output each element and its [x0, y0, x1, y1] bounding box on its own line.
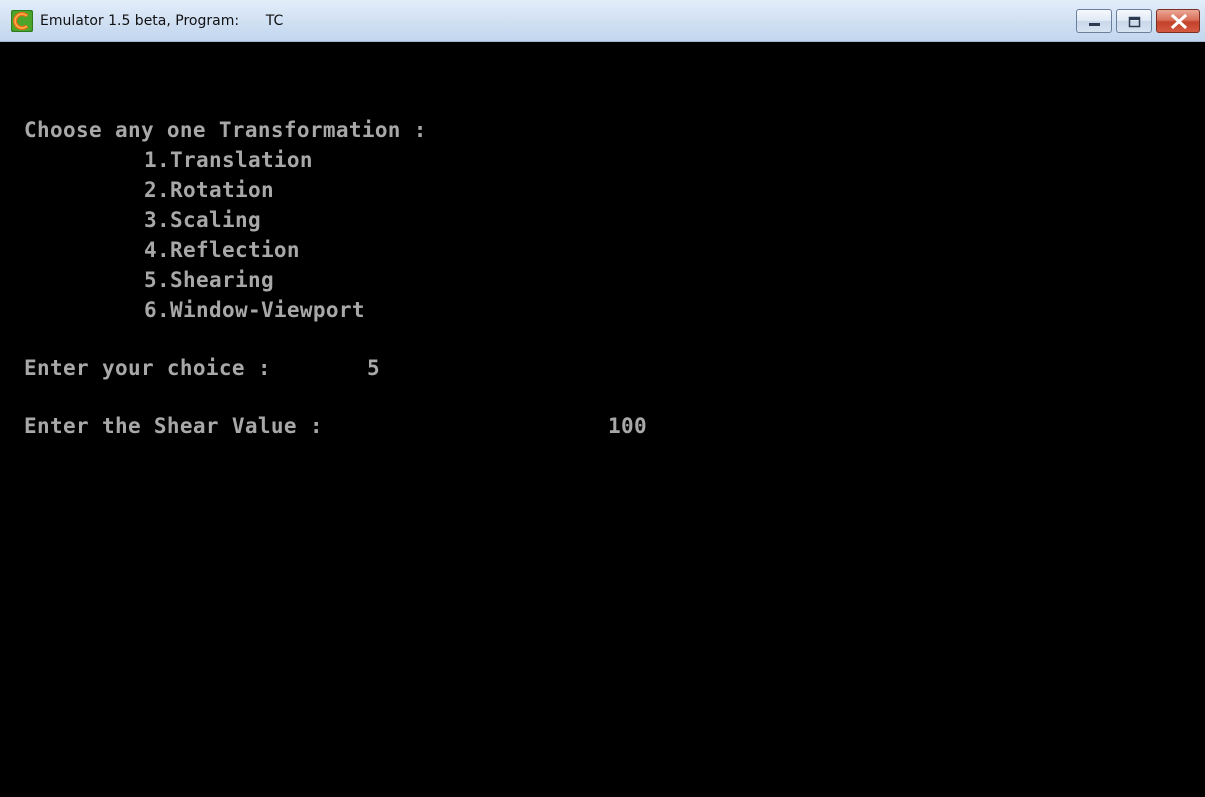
shear-value: 100: [608, 414, 647, 438]
program-name: TC: [265, 13, 284, 29]
close-icon: [1170, 13, 1188, 30]
shear-prompt: Enter the Shear Value :: [24, 414, 323, 438]
console-area[interactable]: Choose any one Transformation : 1.Transl…: [0, 42, 1205, 797]
minimize-button[interactable]: [1076, 9, 1112, 33]
title-bar[interactable]: Emulator 1.5 beta, Program: TC: [0, 0, 1205, 42]
option-item: 3.Scaling: [144, 208, 261, 232]
window-controls: [1076, 9, 1200, 35]
choice-value: 5: [367, 356, 380, 380]
window-title-label: Emulator 1.5 beta, Program:: [40, 13, 240, 29]
transformation-heading: Choose any one Transformation :: [24, 118, 427, 142]
minimize-icon: [1089, 23, 1100, 26]
close-button[interactable]: [1156, 9, 1200, 33]
maximize-button[interactable]: [1116, 9, 1152, 33]
option-item: 2.Rotation: [144, 178, 274, 202]
option-item: 4.Reflection: [144, 238, 300, 262]
choice-prompt: Enter your choice :: [24, 356, 271, 380]
option-item: 6.Window-Viewport: [144, 298, 365, 322]
option-item: 5.Shearing: [144, 268, 274, 292]
maximize-icon: [1128, 16, 1141, 28]
window-title: Emulator 1.5 beta, Program: TC: [40, 11, 283, 31]
emulator-window: Emulator 1.5 beta, Program: TC Choose an…: [0, 0, 1205, 797]
emulator-app-icon[interactable]: [11, 10, 33, 32]
option-item: 1.Translation: [144, 148, 313, 172]
